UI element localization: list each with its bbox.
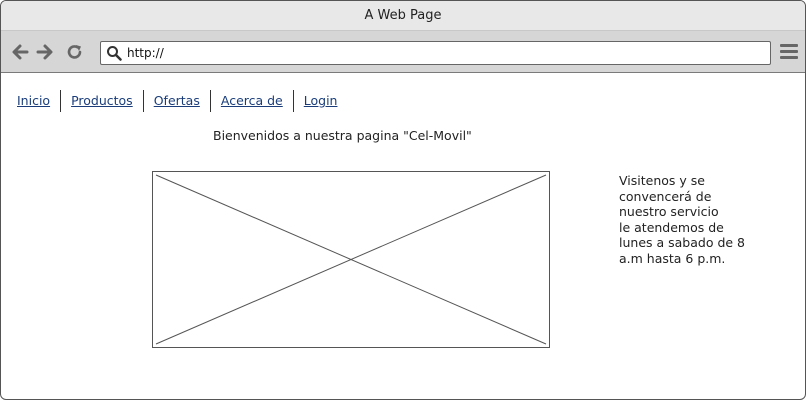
nav-link-ofertas[interactable]: Ofertas <box>144 90 211 112</box>
browser-toolbar <box>1 31 805 73</box>
back-arrow-icon[interactable] <box>10 42 30 62</box>
forward-arrow-icon[interactable] <box>35 42 55 62</box>
site-nav: Inicio Productos Ofertas Acerca de Login <box>7 90 347 112</box>
nav-link-inicio[interactable]: Inicio <box>7 90 62 112</box>
address-bar[interactable] <box>100 41 771 65</box>
window-title: A Web Page <box>364 8 442 23</box>
info-line: a.m hasta 6 p.m. <box>619 250 726 266</box>
nav-link-productos[interactable]: Productos <box>61 90 144 112</box>
browser-window: A Web Page http:// Inicio Productos Ofer… <box>0 0 806 400</box>
info-text: Visitenos y se convencerá de nuestro ser… <box>619 173 769 266</box>
nav-link-login[interactable]: Login <box>294 90 348 112</box>
nav-link-acerca-de[interactable]: Acerca de <box>211 90 294 112</box>
hamburger-menu-icon[interactable] <box>780 44 798 60</box>
url-input[interactable] <box>127 46 747 60</box>
search-icon <box>107 46 122 61</box>
info-line: Visitenos y se <box>619 173 705 188</box>
info-line: lunes a sabado de 8 <box>619 235 746 250</box>
title-bar: A Web Page <box>1 1 805 31</box>
welcome-heading: Bienvenidos a nuestra pagina "Cel-Movil" <box>213 128 472 143</box>
info-line: le atendemos de <box>619 219 724 235</box>
image-placeholder <box>152 171 550 348</box>
info-line: nuestro servicio <box>619 204 719 219</box>
info-line: convencerá de <box>619 188 712 204</box>
reload-icon[interactable] <box>65 42 85 62</box>
